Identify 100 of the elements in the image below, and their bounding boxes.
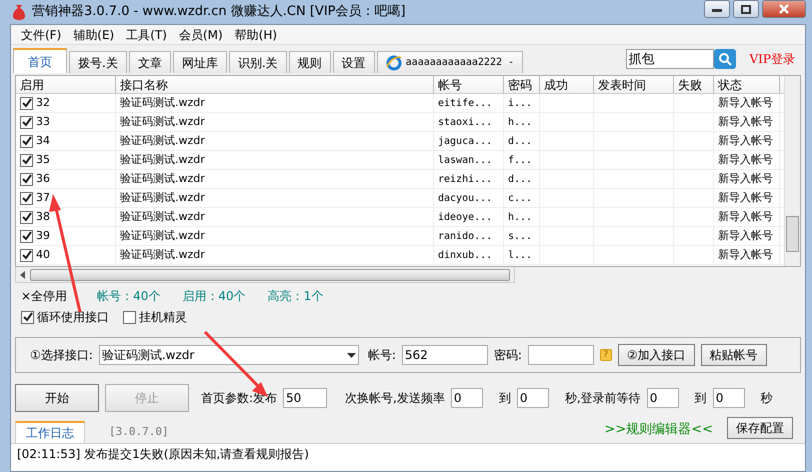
- checkbox[interactable]: [20, 248, 33, 262]
- field-label: 密码:: [494, 347, 522, 364]
- password-field[interactable]: [528, 345, 594, 365]
- number-field[interactable]: 0: [516, 388, 549, 408]
- checkbox[interactable]: [20, 96, 33, 110]
- field-label: 到: [498, 390, 511, 407]
- checkbox-label: 挂机精灵: [139, 309, 187, 326]
- stop-all-link[interactable]: ×全停用: [21, 287, 68, 305]
- vertical-scrollbar[interactable]: [784, 76, 800, 266]
- table-cell: 验证码测试.wzdr: [116, 246, 434, 264]
- tab[interactable]: 网址库: [172, 51, 227, 73]
- tab[interactable]: 规则: [288, 51, 331, 73]
- search-button[interactable]: [714, 49, 736, 69]
- table-cell: l...: [504, 246, 540, 264]
- minimize-button[interactable]: [704, 0, 730, 18]
- stat-label: 启用：40个: [182, 288, 246, 305]
- tab[interactable]: 设置: [332, 51, 375, 73]
- checkbox[interactable]: [20, 230, 33, 242]
- checkbox[interactable]: [20, 172, 33, 186]
- table-cell: c...: [504, 189, 540, 207]
- table-cell: i...: [504, 94, 540, 112]
- search-field[interactable]: 抓包: [626, 49, 714, 69]
- checkbox[interactable]: [20, 154, 33, 166]
- row-number: 35: [36, 152, 50, 168]
- table-cell: 新导入帐号: [714, 170, 780, 188]
- tab[interactable]: 文章: [128, 51, 171, 73]
- account-field[interactable]: 562: [402, 345, 488, 365]
- row-number: 34: [36, 132, 50, 149]
- table-cell: 验证码测试.wzdr: [116, 132, 434, 150]
- table-cell: laswan...: [434, 151, 504, 169]
- row-number: 32: [36, 94, 50, 111]
- tab[interactable]: 工作日志: [15, 421, 85, 443]
- checkbox[interactable]: [20, 210, 33, 224]
- caret-icon: [346, 352, 356, 358]
- table-cell: 新导入帐号: [714, 246, 780, 264]
- table-cell: 验证码测试.wzdr: [116, 189, 434, 207]
- tab[interactable]: 识别.关: [228, 51, 287, 73]
- checkbox[interactable]: [21, 310, 34, 324]
- number-field[interactable]: 0: [712, 388, 745, 408]
- add-interface-button[interactable]: ②加入接口: [618, 344, 695, 366]
- table-cell: dacyou...: [434, 189, 504, 207]
- stat-label: 帐号：40个: [97, 288, 160, 305]
- paste-account-button[interactable]: 粘贴帐号: [700, 344, 767, 366]
- menu-item[interactable]: 文件(F): [15, 26, 68, 44]
- row-number: 40: [36, 246, 50, 263]
- column-header[interactable]: 失败: [674, 76, 714, 93]
- checkbox-label: 循环使用接口: [37, 309, 109, 326]
- checkbox[interactable]: [20, 192, 33, 204]
- scroll-left-icon[interactable]: [20, 270, 26, 278]
- tab[interactable]: aaaaaaaaaaaa2222 -: [376, 51, 524, 73]
- column-header[interactable]: 密码: [504, 76, 540, 93]
- table-cell: h...: [504, 113, 540, 131]
- field-label: 到: [694, 390, 707, 407]
- menu-item[interactable]: 帮助(H): [228, 26, 284, 44]
- table-cell: 验证码测试.wzdr: [116, 227, 434, 245]
- close-icon: [779, 4, 789, 14]
- tab[interactable]: 拨号.关: [69, 51, 127, 73]
- money-bag-icon: [12, 2, 26, 22]
- close-button[interactable]: [762, 0, 806, 18]
- maximize-button[interactable]: [733, 0, 759, 18]
- table-cell: 验证码测试.wzdr: [116, 208, 434, 226]
- table-cell: eitife...: [434, 94, 504, 112]
- menu-item[interactable]: 辅助(E): [67, 26, 120, 44]
- horizontal-scrollbar[interactable]: [15, 267, 515, 283]
- log-line: [02:11:53] 发布提交1失败(原因未知,请查看规则报告): [17, 446, 310, 463]
- table-cell: f...: [504, 151, 540, 169]
- column-header[interactable]: 接口名称: [116, 76, 434, 93]
- number-field[interactable]: 0: [646, 388, 679, 408]
- interface-dropdown[interactable]: 验证码测试.wzdr: [98, 345, 359, 365]
- checkbox[interactable]: [123, 310, 136, 324]
- param-field[interactable]: 50: [283, 388, 328, 408]
- field-label: ①选择接口:: [30, 347, 93, 364]
- table-cell: 新导入帐号: [714, 132, 780, 150]
- table-cell: 新导入帐号: [714, 208, 780, 226]
- menu-item[interactable]: 工具(T): [120, 26, 173, 44]
- minimize-icon: [712, 6, 722, 12]
- window-title: 营销神器3.0.7.0 - www.wzdr.cn 微赚达人.CN [VIP会员：吧噶]: [32, 3, 406, 22]
- column-header[interactable]: 启用: [16, 76, 116, 93]
- table-cell: ranido...: [434, 227, 504, 245]
- start-button[interactable]: 开始: [15, 384, 99, 412]
- table-cell: staoxi...: [434, 113, 504, 131]
- table-cell: d...: [504, 170, 540, 188]
- rules-editor-link[interactable]: >>规则编辑器<<: [604, 420, 713, 440]
- column-header[interactable]: 帐号: [434, 76, 504, 93]
- row-number: 38: [36, 208, 50, 225]
- tab[interactable]: 首页: [13, 48, 67, 73]
- menu-item[interactable]: 会员(M): [172, 26, 229, 44]
- checkbox[interactable]: [20, 134, 33, 148]
- checkbox[interactable]: [20, 116, 33, 128]
- table-cell: 新导入帐号: [714, 151, 780, 169]
- column-header[interactable]: 状态: [714, 76, 780, 93]
- browser-icon: [386, 54, 402, 72]
- tab[interactable]: [3.0.7.0]: [99, 421, 179, 443]
- column-header[interactable]: 成功: [540, 76, 594, 93]
- number-field[interactable]: 0: [450, 388, 483, 408]
- column-header[interactable]: 发表时间: [594, 76, 674, 93]
- save-config-button[interactable]: 保存配置: [727, 417, 793, 439]
- vip-login-link[interactable]: VIP登录: [750, 50, 795, 68]
- table-cell: h...: [504, 208, 540, 226]
- maximize-icon: [741, 4, 751, 14]
